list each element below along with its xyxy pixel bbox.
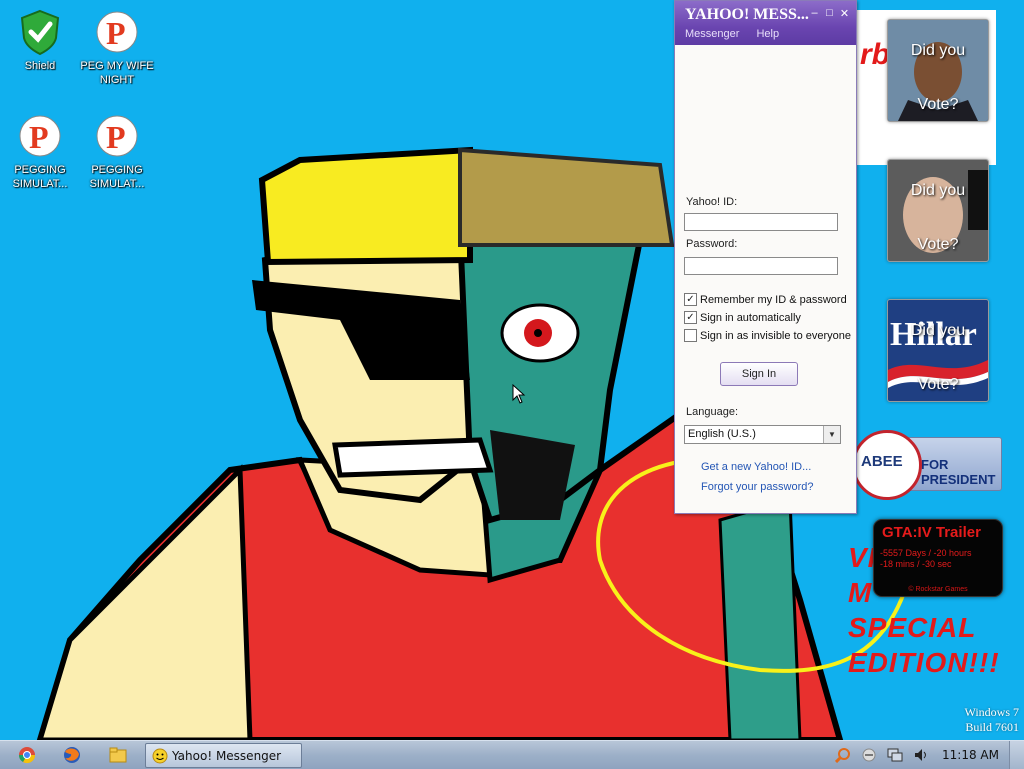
gta-credit: © Rockstar Games	[908, 586, 968, 593]
remember-checkbox[interactable]: ✓ Remember my ID & password	[684, 293, 847, 306]
yahoo-smiley-icon	[152, 748, 168, 763]
menu-help[interactable]: Help	[756, 28, 779, 40]
poll-gadget-obama[interactable]: Did you Vote?	[887, 19, 989, 122]
taskbar: Yahoo! Messenger 11:18 AM	[0, 740, 1024, 769]
yahoo-messenger-window[interactable]: YAHOO! MESS... – □ ✕ Messenger Help Yaho…	[674, 0, 857, 514]
auto-signin-checkbox[interactable]: ✓ Sign in automatically	[684, 311, 801, 324]
password-label: Password:	[686, 238, 738, 250]
gta-countdown: -5557 Days / -20 hours -18 mins / -30 se…	[880, 548, 972, 570]
taskbar-yahoo-messenger[interactable]: Yahoo! Messenger	[145, 743, 302, 768]
invisible-checkbox[interactable]: Sign in as invisible to everyone	[684, 329, 851, 342]
game-p-icon: P	[96, 11, 138, 53]
windows-watermark: Windows 7 Build 7601	[964, 705, 1019, 735]
folder-icon	[109, 747, 127, 763]
taskbar-chrome[interactable]	[12, 744, 42, 766]
checkbox-checked-icon[interactable]: ✓	[684, 293, 697, 306]
checkbox-label: Remember my ID & password	[700, 293, 847, 306]
firefox-icon	[64, 747, 80, 763]
campaign-pin-icon: ABEE	[852, 430, 922, 500]
desktop-icon-peg-my-wife-night[interactable]: P PEG MY WIFE NIGHT	[77, 8, 157, 87]
gta-countdown-line: -18 mins / -30 sec	[880, 559, 952, 569]
window-titlebar[interactable]: YAHOO! MESS... – □ ✕ Messenger Help	[675, 1, 856, 45]
special-text-line: SPECIAL	[848, 612, 977, 643]
window-title: YAHOO! MESS...	[685, 6, 809, 23]
menu-messenger[interactable]: Messenger	[685, 28, 739, 40]
taskbar-explorer[interactable]	[103, 744, 133, 766]
get-new-id-link[interactable]: Get a new Yahoo! ID...	[701, 461, 811, 473]
network-tray-icon[interactable]	[887, 747, 903, 763]
gta-title: GTA:IV Trailer	[882, 524, 981, 541]
window-controls: – □ ✕	[809, 7, 850, 20]
desktop-icon-pegging-simulator-2[interactable]: P PEGGING SIMULAT...	[77, 112, 157, 191]
checkbox-label: Sign in automatically	[700, 311, 801, 324]
shield-icon	[20, 9, 60, 56]
svg-text:P: P	[29, 119, 49, 155]
language-value: English (U.S.)	[688, 428, 756, 440]
mouse-cursor-icon	[512, 384, 526, 404]
yahoo-id-label: Yahoo! ID:	[686, 196, 738, 208]
game-p-icon: P	[19, 115, 61, 157]
desktop-icon-shield[interactable]: Shield	[0, 8, 80, 73]
poll-question: Did you	[910, 322, 966, 339]
special-text-line: EDITION!!!	[848, 647, 1000, 678]
password-input[interactable]	[684, 257, 838, 275]
magnifier-tray-icon[interactable]	[835, 747, 851, 763]
volume-tray-icon[interactable]	[913, 747, 929, 763]
desktop-icon-pegging-simulator-1[interactable]: P PEGGING SIMULAT...	[0, 112, 80, 191]
forgot-password-link[interactable]: Forgot your password?	[701, 481, 814, 493]
poll-answer[interactable]: Vote?	[888, 96, 988, 114]
gta-countdown-line: -5557 Days / -20 hours	[880, 548, 972, 558]
checkbox-label: Sign in as invisible to everyone	[700, 329, 852, 342]
game-p-icon: P	[96, 115, 138, 157]
desktop-icon-label: PEG MY WIFE NIGHT	[80, 60, 154, 86]
desktop-icon-label: PEGGING SIMULAT...	[12, 164, 68, 190]
poll-answer[interactable]: Vote?	[888, 376, 988, 394]
close-button[interactable]: ✕	[839, 7, 850, 20]
svg-text:P: P	[106, 15, 126, 51]
huckabee-gadget[interactable]: FOR PRESIDENT ABEE	[852, 430, 1002, 500]
signin-panel: Yahoo! ID: Password: ✓ Remember my ID & …	[675, 45, 856, 513]
language-label: Language:	[686, 406, 738, 418]
desktop-icon-label: Shield	[24, 60, 56, 72]
menubar: Messenger Help	[685, 28, 793, 40]
chrome-icon	[18, 747, 36, 764]
huckabee-pin-text: ABEE	[861, 453, 903, 470]
taskbar-firefox[interactable]	[57, 744, 87, 766]
watermark-line: Build 7601	[965, 720, 1019, 734]
svg-text:P: P	[106, 119, 126, 155]
watermark-line: Windows 7	[964, 705, 1019, 719]
poll-answer[interactable]: Vote?	[888, 236, 988, 254]
system-tray: 11:18 AM	[830, 741, 1024, 769]
poll-gadget-hillary[interactable]: Hillar Did you Vote?	[887, 299, 989, 402]
poll-gadget-mccain[interactable]: Did you Vote?	[887, 159, 989, 262]
yahoo-id-input[interactable]	[684, 213, 838, 231]
sign-in-button[interactable]: Sign In	[720, 362, 798, 386]
gta-countdown-gadget[interactable]: GTA:IV Trailer -5557 Days / -20 hours -1…	[873, 519, 1003, 597]
poll-question: Did you	[910, 42, 966, 59]
checkbox-checked-icon[interactable]: ✓	[684, 311, 697, 324]
huckabee-slogan: FOR PRESIDENT	[921, 457, 996, 487]
chevron-down-icon[interactable]: ▼	[823, 426, 840, 443]
checkbox-unchecked-icon[interactable]	[684, 329, 697, 342]
taskbar-clock[interactable]: 11:18 AM	[942, 748, 999, 762]
poll-question: Did you	[910, 182, 966, 199]
taskbar-item-label: Yahoo! Messenger	[172, 748, 282, 763]
minimize-button[interactable]: –	[809, 7, 820, 20]
messenger-tray-icon[interactable]	[861, 747, 877, 763]
show-desktop-button[interactable]	[1009, 741, 1024, 769]
language-select[interactable]: English (U.S.) ▼	[684, 425, 841, 444]
desktop-icon-label: PEGGING SIMULAT...	[89, 164, 145, 190]
maximize-button[interactable]: □	[824, 7, 835, 20]
